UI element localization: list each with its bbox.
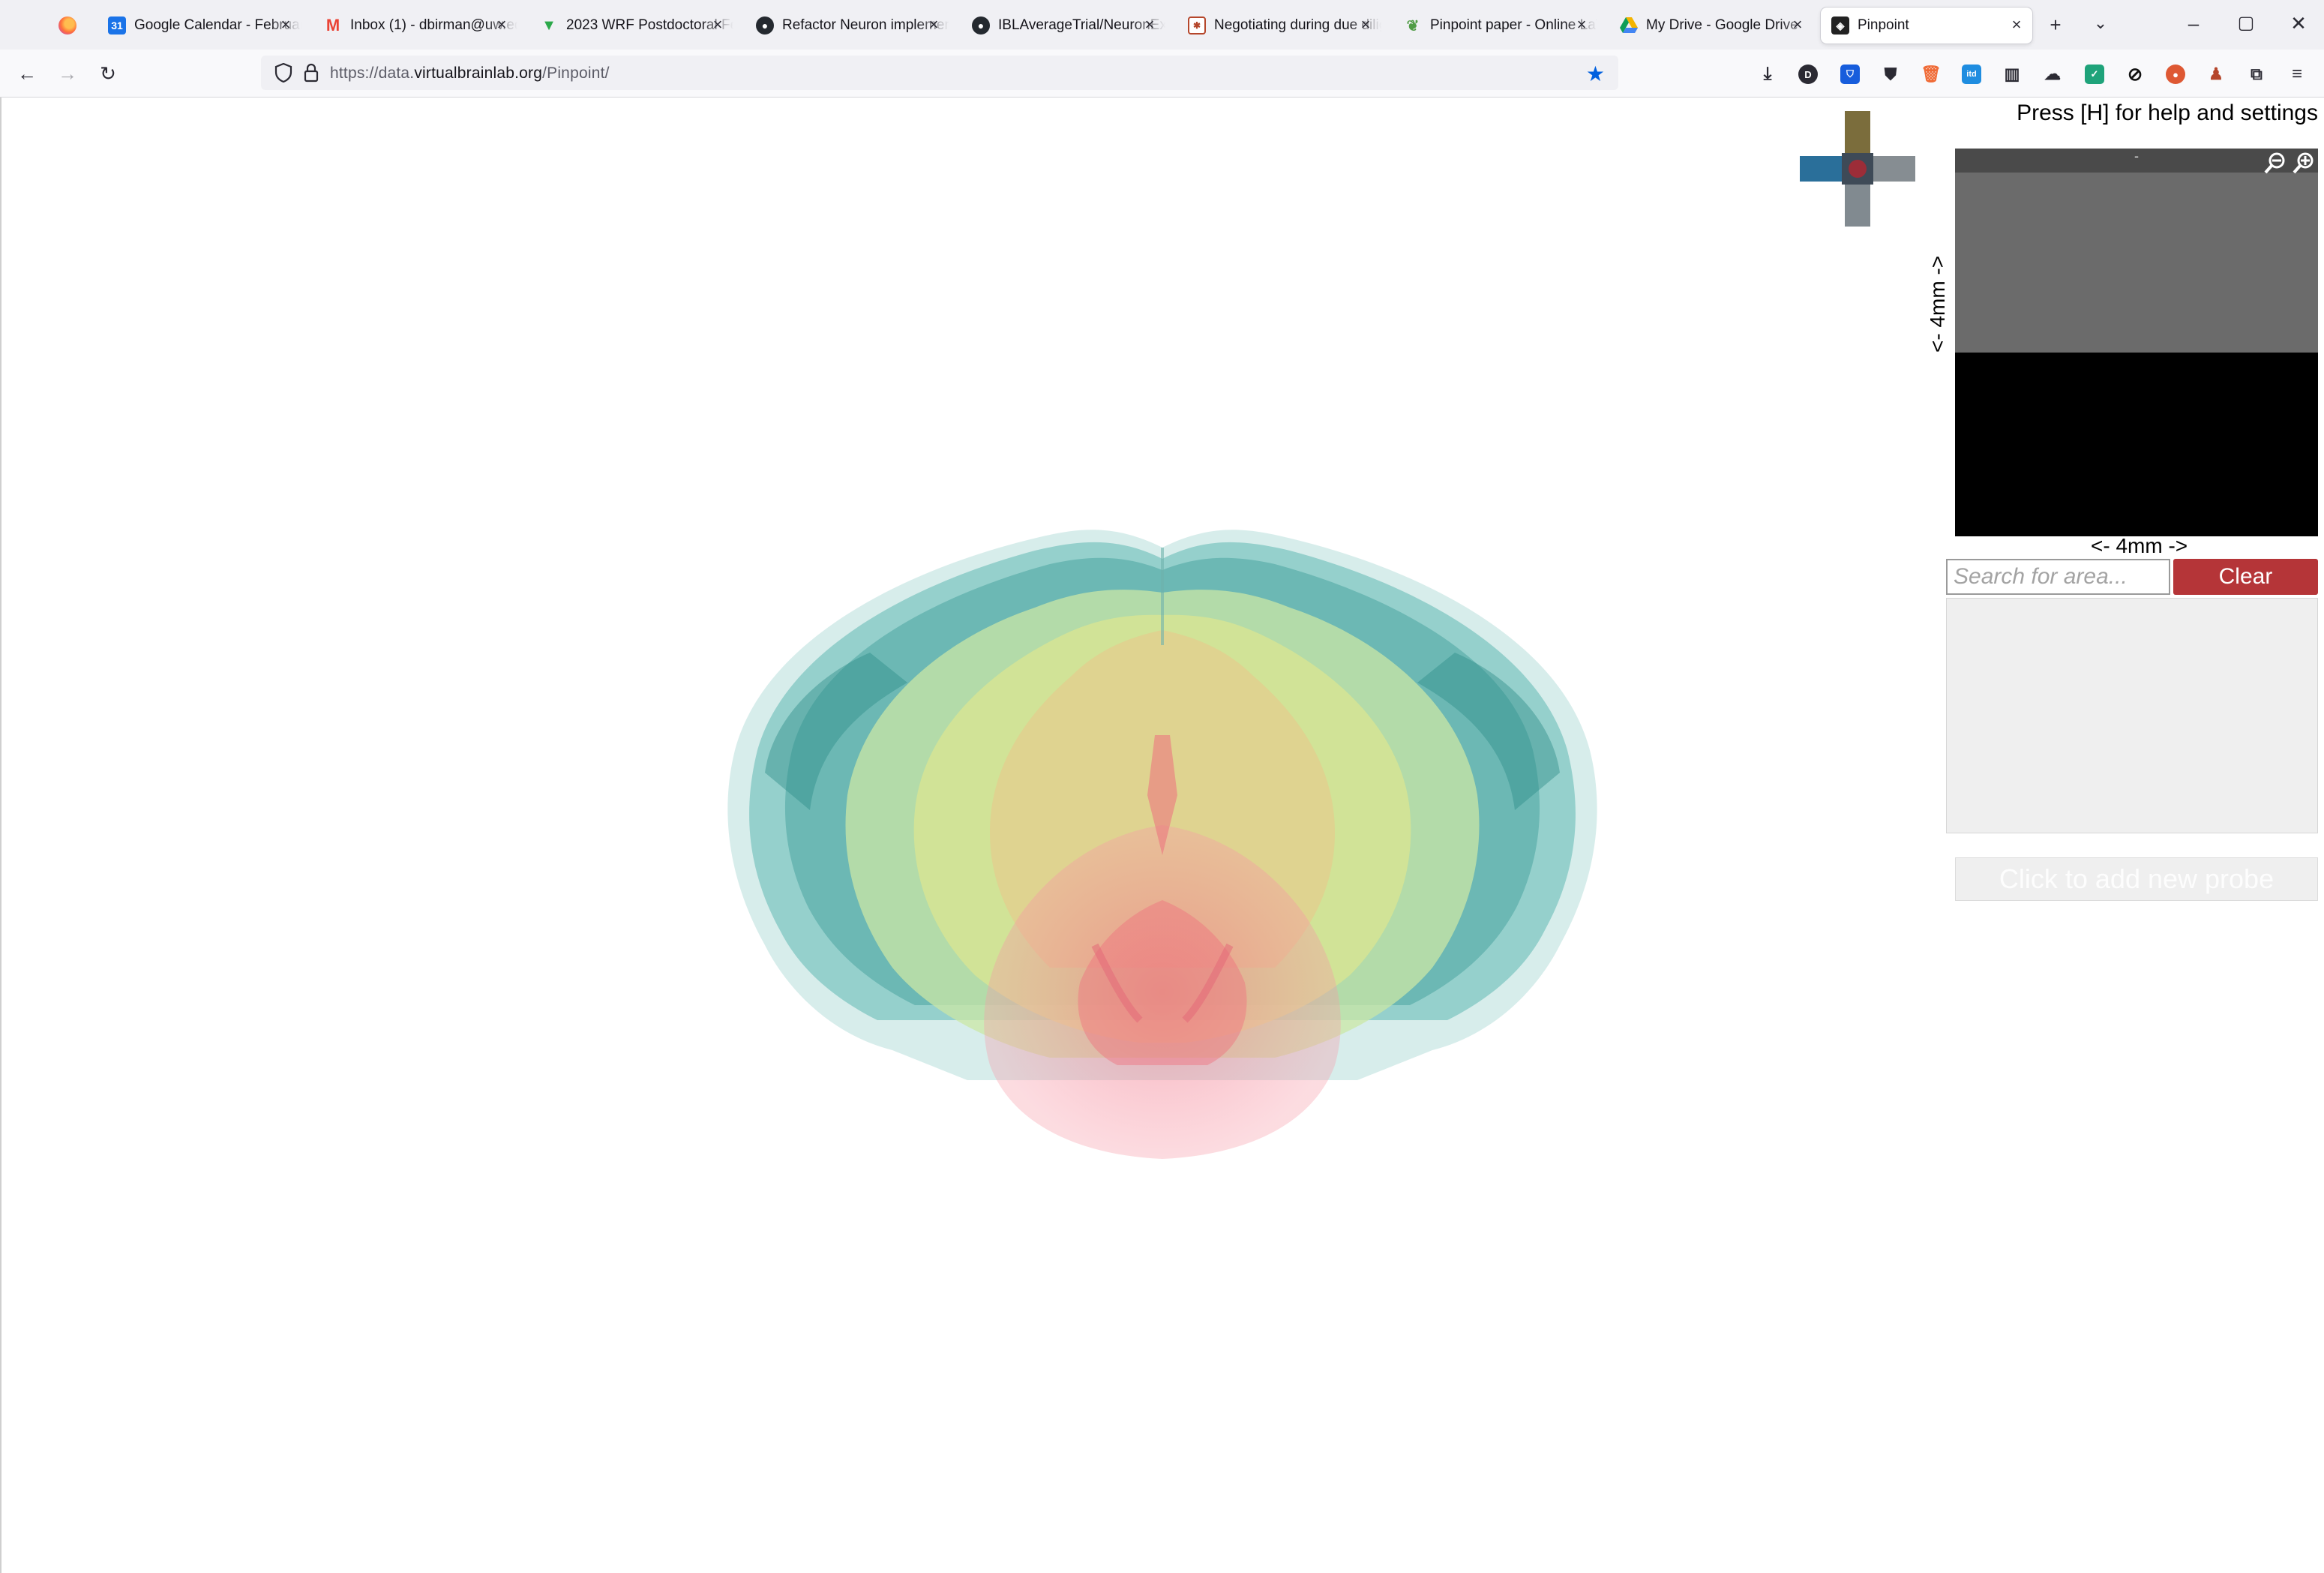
list-all-tabs-icon[interactable]: ⌄	[2089, 12, 2112, 35]
wrf-icon: ▼	[541, 17, 556, 34]
tab-google-drive[interactable]: My Drive - Google Drive ×	[1609, 8, 1813, 44]
maximize-window-icon[interactable]: ▢	[2235, 12, 2257, 35]
add-probe-button[interactable]: Click to add new probe	[1955, 857, 2318, 901]
browser-window: 31 Google Calendar - February × M Inbox …	[0, 0, 2324, 1573]
github-icon: ●	[756, 17, 774, 35]
help-hint-text: Press [H] for help and settings	[2017, 101, 2318, 125]
horizontal-scale-label: <- 4mm ->	[2091, 534, 2188, 557]
zoom-in-icon[interactable]	[2293, 152, 2315, 174]
tab-bar: 31 Google Calendar - February × M Inbox …	[0, 0, 2324, 50]
slice-preview-panel[interactable]: -	[1955, 149, 2318, 536]
calendar-icon: 31	[108, 17, 126, 35]
document-icon: ✱	[1188, 17, 1206, 35]
duckduckgo-icon[interactable]: ●	[2166, 65, 2185, 84]
columns-extension-icon[interactable]: ▥	[2002, 65, 2022, 84]
close-tab-icon[interactable]: ×	[709, 17, 726, 33]
brain-model-render[interactable]	[720, 525, 1605, 1170]
area-search-results[interactable]	[1946, 598, 2318, 833]
tab-refactor-neuron[interactable]: ● Refactor Neuron implementation ×	[745, 8, 949, 44]
minimize-window-icon[interactable]: –	[2182, 12, 2205, 35]
extension-d-icon[interactable]: D	[1798, 65, 1818, 84]
url-text[interactable]: https://data.virtualbrainlab.org/Pinpoin…	[330, 65, 610, 83]
close-tab-icon[interactable]: ×	[925, 17, 942, 33]
tracking-protection-icon[interactable]	[274, 62, 292, 83]
close-tab-icon[interactable]: ×	[2008, 17, 2025, 33]
close-tab-icon[interactable]: ×	[1789, 17, 1806, 33]
close-tab-icon[interactable]: ×	[1573, 17, 1590, 33]
navigation-toolbar: ← → ↻ https://data.virtualbrainlab.org/P…	[0, 50, 2324, 98]
close-tab-icon[interactable]: ×	[1357, 17, 1374, 33]
extensions-puzzle-icon[interactable]: ⧉	[2247, 65, 2266, 84]
close-tab-icon[interactable]: ×	[1141, 17, 1158, 33]
vertical-scale-label: <- 4mm ->	[1926, 255, 1949, 353]
slice-image	[1955, 173, 2318, 353]
shield-check-icon[interactable]: ✓	[2085, 65, 2104, 84]
area-search-input[interactable]	[1946, 559, 2170, 595]
overleaf-icon: ❦	[1406, 17, 1420, 35]
user-extension-icon[interactable]: ♟	[2206, 65, 2226, 84]
firefox-icon[interactable]	[58, 17, 76, 35]
tab-google-calendar[interactable]: 31 Google Calendar - February ×	[97, 8, 301, 44]
tab-ibl-average-trial[interactable]: ● IBLAverageTrial/NeuronExplorer ×	[961, 8, 1165, 44]
back-icon[interactable]: ←	[15, 62, 39, 86]
tab-pinpoint[interactable]: ◈ Pinpoint ×	[1821, 8, 2032, 44]
block-icon[interactable]: ⊘	[2125, 65, 2145, 85]
axes-gizmo[interactable]	[1800, 111, 1917, 228]
reload-icon[interactable]: ↻	[96, 62, 120, 86]
unity-icon: ◈	[1831, 17, 1849, 35]
close-tab-icon[interactable]: ×	[493, 17, 510, 33]
address-bar[interactable]: https://data.virtualbrainlab.org/Pinpoin…	[261, 56, 1618, 90]
lock-icon[interactable]	[303, 63, 319, 83]
trash-extension-icon[interactable]: 🗑	[1921, 65, 1942, 84]
cloud-extension-icon[interactable]: ☁	[2043, 65, 2062, 84]
privacy-badger-icon[interactable]: ⛊	[1881, 65, 1900, 84]
new-tab-icon[interactable]: +	[2044, 14, 2067, 36]
bookmark-star-icon[interactable]: ★	[1586, 62, 1605, 86]
app-menu-icon[interactable]: ≡	[2287, 64, 2307, 84]
github-icon: ●	[972, 17, 990, 35]
bitwarden-icon[interactable]: ⛉	[1840, 65, 1860, 84]
tab-negotiating[interactable]: ✱ Negotiating during due diligence ×	[1177, 8, 1381, 44]
close-window-icon[interactable]: ✕	[2287, 12, 2310, 35]
downloads-icon[interactable]: ⤓	[1758, 64, 1777, 84]
zoom-out-icon[interactable]	[2264, 152, 2287, 174]
forward-icon[interactable]: →	[55, 62, 79, 86]
tab-wrf-postdoc[interactable]: ▼ 2023 WRF Postdoctoral Fellowship ×	[529, 8, 733, 44]
itd-extension-icon[interactable]: itd	[1962, 65, 1981, 84]
close-tab-icon[interactable]: ×	[277, 17, 294, 33]
clear-button[interactable]: Clear	[2173, 559, 2318, 595]
tab-pinpoint-paper[interactable]: ❦ Pinpoint paper - Online LaTeX Editor ×	[1393, 8, 1597, 44]
drive-icon	[1620, 17, 1638, 35]
tab-gmail-inbox[interactable]: M Inbox (1) - dbirman@uw.edu ×	[313, 8, 517, 44]
gmail-icon: M	[325, 16, 340, 35]
